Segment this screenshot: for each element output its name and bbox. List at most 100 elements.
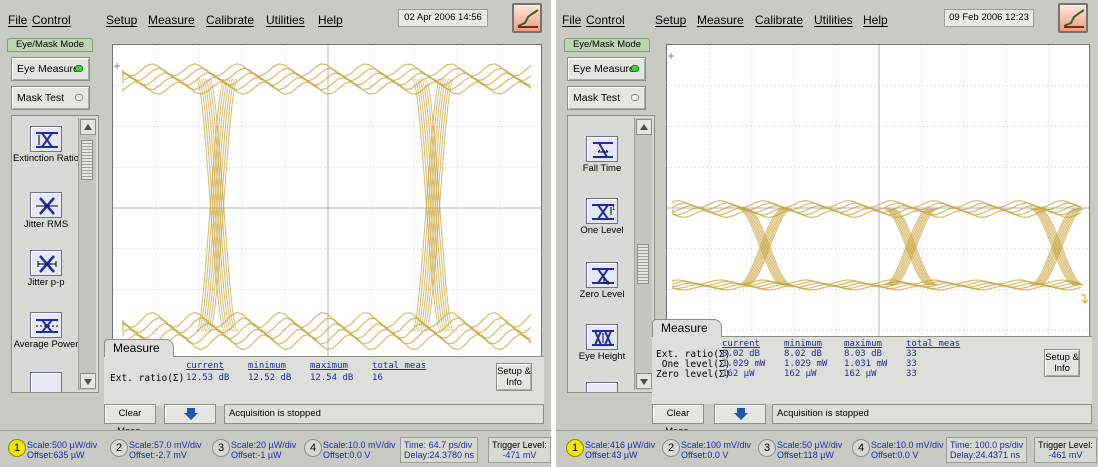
timebase-readout[interactable]: Time: 64.7 ps/div Delay:24.3780 ns [400,437,479,463]
setup-info-button[interactable]: Setup & Info [496,363,532,391]
mask-test-label: Mask Test [573,92,621,104]
palette-scrollbar[interactable] [634,118,652,390]
tool-extinction-ratio[interactable]: Extinction Ratio [12,126,80,164]
value-total: 16 [372,373,383,383]
tool-fall-time[interactable]: Fall Time [568,136,636,174]
panel-toggle-button[interactable] [164,404,216,424]
menu-setup[interactable]: Setup [655,13,686,27]
panel-toggle-button[interactable] [714,404,766,424]
app-logo-icon[interactable] [512,3,542,33]
trigger-marker-icon [1081,294,1089,304]
trigger-readout[interactable]: Trigger Level: -461 mV [1034,437,1097,463]
transition-trace [1031,208,1076,286]
menu-control[interactable]: Control [32,13,71,27]
measure-tab[interactable]: Measure [104,339,174,357]
menu-file[interactable]: File [8,13,27,27]
value-current: 8.02 dB [722,349,760,359]
channel-offset: Offset:-1 µW [231,450,282,460]
channel-number: 2 [662,439,680,457]
left-scope-window: File Control Setup Measure Calibrate Uti… [0,0,551,467]
setup-info-button[interactable]: Setup & Info [1044,349,1080,377]
waveform-display[interactable] [666,44,1090,370]
tool-label: Zero Level [579,289,625,300]
status-message: Acquisition is stopped [772,404,1092,424]
mask-test-button[interactable]: Mask Test [11,86,90,110]
eye-measure-button[interactable]: Eye Measure [11,57,90,81]
menu-calibrate[interactable]: Calibrate [755,13,803,27]
transition-trace [738,208,783,286]
transition-trace [1038,208,1083,286]
scroll-thumb[interactable] [81,140,93,180]
transition-trace [893,208,938,286]
tool-jitter-rms[interactable]: Jitter RMS [12,192,80,230]
measurement-palette: Extinction Ratio Jitter RMS Jitter p-p A… [11,115,99,393]
menu-setup[interactable]: Setup [106,13,137,27]
tool-jitter-pp[interactable]: Jitter p-p [12,250,80,288]
channel-scale: Scale:10.0 mV/div [871,440,944,450]
delay: Delay:24.3780 ns [404,450,475,460]
tool-label: One Level [580,225,624,236]
eye-mask-mode-tab[interactable]: Eye/Mask Mode [7,38,93,52]
channel-scale: Scale:20 µW/div [231,440,297,450]
value-maximum: 1.031 mW [844,359,888,369]
transition-trace [1036,208,1081,286]
measure-tab[interactable]: Measure [652,319,722,337]
mask-test-label: Mask Test [17,92,65,104]
datetime-display: 09 Feb 2006 12:23 [944,9,1034,27]
scroll-up-icon[interactable] [636,119,652,135]
channel-number: 4 [304,439,322,457]
tool-zero-level[interactable]: 0 Zero Level [568,262,636,300]
eye-measure-button[interactable]: Eye Measure [567,57,646,81]
tool-partial[interactable] [12,372,80,392]
transition-trace [1034,208,1080,286]
channel-offset: Offset:43 µW [585,450,638,460]
channel-scale: Scale:100 mV/div [681,440,752,450]
tool-one-level[interactable]: 1 One Level [568,198,636,236]
timebase-readout[interactable]: Time: 100.0 ps/div Delay:24.4371 ns [946,437,1028,463]
transition-trace [747,208,792,286]
svg-text:1: 1 [612,206,616,212]
menu-file[interactable]: File [562,13,581,27]
trigger-readout[interactable]: Trigger Level: -471 mV [488,437,551,463]
menu-calibrate[interactable]: Calibrate [206,13,254,27]
app-logo-icon[interactable] [1058,3,1088,33]
palette-scrollbar[interactable] [78,118,96,390]
scroll-down-icon[interactable] [80,373,96,389]
row-label: Zero level(Σ) [656,369,731,380]
transition-trace [887,208,932,286]
tool-average-power[interactable]: Average Power [12,312,80,350]
transition-trace [892,208,937,286]
value-current: 12.53 dB [186,373,230,383]
status-led-icon [631,65,639,72]
scroll-thumb[interactable] [637,244,649,284]
jitter-pp-icon [30,250,62,276]
clear-meas-button[interactable]: Clear Meas. [652,404,704,437]
eye-mask-mode-tab[interactable]: Eye/Mask Mode [564,38,650,52]
eye-diagram [667,45,1089,369]
menu-help[interactable]: Help [863,13,888,27]
mask-test-button[interactable]: Mask Test [567,86,646,110]
measurement-palette: Fall Time 1 One Level 0 Zero Level Eye H… [567,115,655,393]
right-scope-window: File Control Setup Measure Calibrate Uti… [556,0,1098,467]
jitter-rms-icon [30,192,62,218]
menu-measure[interactable]: Measure [148,13,195,27]
tool-label: Jitter p-p [27,277,65,288]
waveform-display[interactable] [112,44,542,370]
channel-number: 1 [8,439,26,457]
eye-measure-label: Eye Measure [17,63,79,75]
scroll-up-icon[interactable] [80,119,96,135]
transition-trace [1039,208,1084,286]
menu-utilities[interactable]: Utilities [266,13,305,27]
menu-help[interactable]: Help [318,13,343,27]
clear-meas-button[interactable]: Clear Meas. [104,404,156,437]
scroll-down-icon[interactable] [636,373,652,389]
menu-control[interactable]: Control [586,13,625,27]
menu-measure[interactable]: Measure [697,13,744,27]
tool-eye-height[interactable]: Eye Height [568,324,636,362]
marker-icon [668,53,674,59]
menu-utilities[interactable]: Utilities [814,13,853,27]
delay: Delay:24.4371 ns [950,450,1021,460]
tool-partial[interactable] [568,382,636,392]
down-arrow-icon [184,408,198,420]
one-level-icon: 1 [586,198,618,224]
